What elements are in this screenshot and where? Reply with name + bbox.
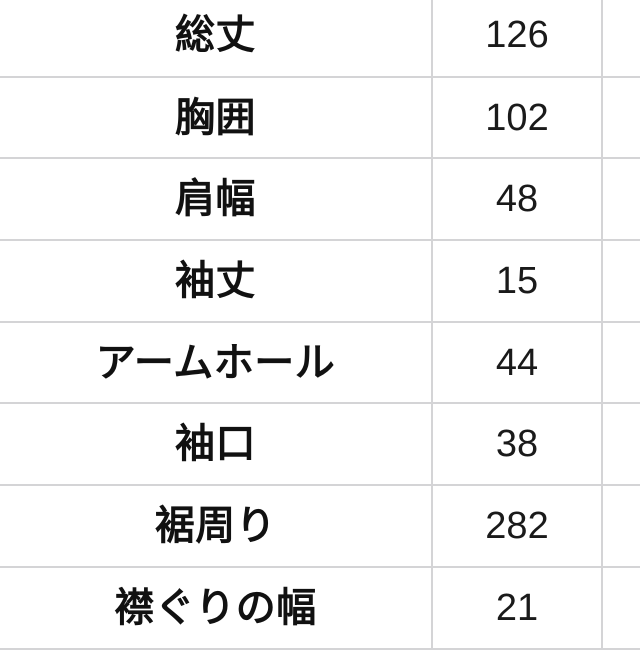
measurement-extra-cell [602,321,640,405]
measurement-label: 袖丈 [0,240,432,323]
measurement-extra-cell [602,158,640,242]
measurement-value: 102 [431,76,603,160]
measurement-extra-cell [602,403,640,487]
measurement-label: 襟ぐりの幅 [0,566,432,650]
table-row: 肩幅 48 [0,158,640,242]
measurement-label: アームホール [0,321,432,405]
measurement-value: 126 [431,0,603,78]
measurement-extra-cell [602,0,640,78]
table-row: 胸囲 102 [0,76,640,160]
measurement-label: 肩幅 [0,158,432,242]
measurement-value: 21 [431,566,603,650]
measurement-extra-cell [602,566,640,650]
measurement-value: 282 [431,485,603,568]
table-row: 袖口 38 [0,403,640,487]
measurement-extra-cell [602,240,640,323]
measurement-label: 袖口 [0,403,432,487]
measurement-value: 48 [431,158,603,242]
measurement-extra-cell [602,76,640,160]
measurement-table-body: 総丈 126 胸囲 102 肩幅 48 袖丈 15 アームホール 44 袖口 3… [0,0,640,650]
measurement-label: 胸囲 [0,76,432,160]
table-row: 総丈 126 [0,0,640,78]
measurement-label: 裾周り [0,485,432,568]
measurement-extra-cell [602,485,640,568]
measurement-value: 38 [431,403,603,487]
table-row: アームホール 44 [0,321,640,405]
table-row: 裾周り 282 [0,485,640,568]
table-row: 襟ぐりの幅 21 [0,566,640,650]
measurement-table: 総丈 126 胸囲 102 肩幅 48 袖丈 15 アームホール 44 袖口 3… [0,0,640,650]
measurement-value: 44 [431,321,603,405]
table-row: 袖丈 15 [0,240,640,323]
measurement-label: 総丈 [0,0,432,78]
measurement-value: 15 [431,240,603,323]
